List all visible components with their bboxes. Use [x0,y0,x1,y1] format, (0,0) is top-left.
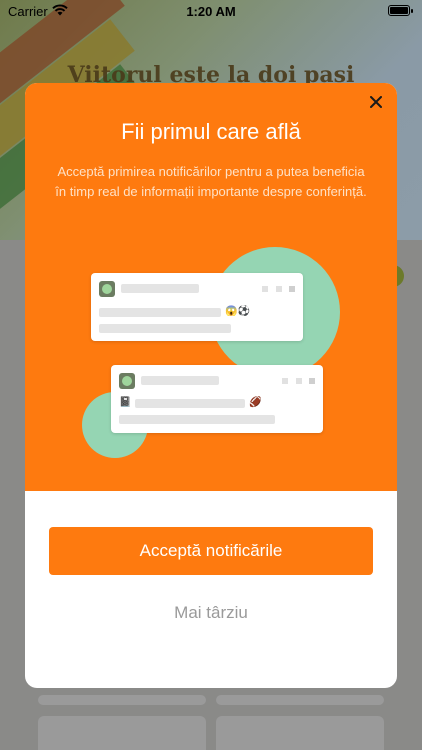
app-icon [99,281,115,297]
illustration-notification-card: 📓 🏈 [111,365,323,433]
status-bar: Carrier 1:20 AM [0,0,422,24]
notification-illustration: 😱⚽ 📓 🏈 [25,83,397,491]
accept-notifications-button[interactable]: Acceptă notificările [49,527,373,575]
later-button[interactable]: Mai târziu [25,603,397,623]
app-icon [119,373,135,389]
background-card [38,695,206,705]
illustration-notification-card: 😱⚽ [91,273,303,341]
status-time: 1:20 AM [186,4,236,19]
background-card [38,716,206,750]
notification-permission-modal: Fii primul care află Acceptă primirea no… [25,83,397,688]
modal-header: Fii primul care află Acceptă primirea no… [25,83,397,491]
emoji-decoration: 🏈 [249,397,262,408]
background-card [216,695,384,705]
emoji-decoration: 📓 [119,397,132,408]
background-card [216,716,384,750]
emoji-decoration: 😱⚽ [225,306,250,317]
battery-icon [388,5,413,16]
